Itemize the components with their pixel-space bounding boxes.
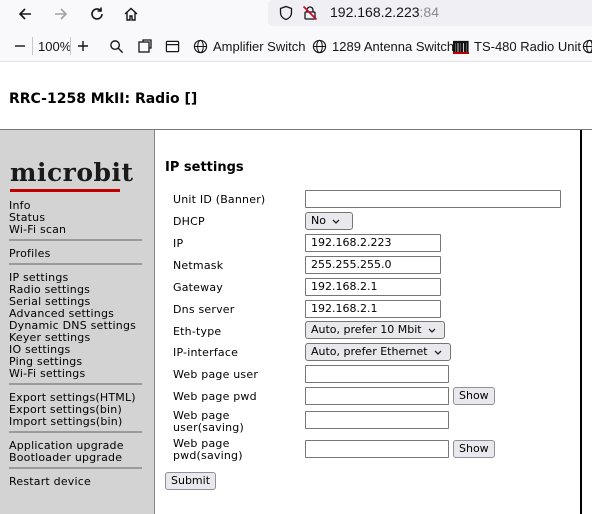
eth-type-select-value: Auto, prefer 10 Mbit xyxy=(311,323,422,336)
microbit-m-icon xyxy=(453,40,469,54)
label-gateway: Gateway xyxy=(173,281,223,294)
bookmark-label: 1289 Antenna Switch xyxy=(332,38,455,54)
show-pwd-button[interactable]: Show xyxy=(453,387,495,405)
page-header: RRC-1258 MkII: Radio [] xyxy=(0,62,592,130)
reload-button[interactable] xyxy=(85,3,109,25)
dhcp-select[interactable]: No xyxy=(305,212,353,230)
zoom-level-text: 100% xyxy=(38,38,72,54)
menu-divider xyxy=(9,239,142,241)
web-page-pwd-saving-input[interactable] xyxy=(305,440,449,458)
insecure-lock-icon xyxy=(302,5,318,25)
url-text: 192.168.2.223:84 xyxy=(330,4,439,20)
home-button[interactable] xyxy=(119,3,143,25)
bookmark-overflow[interactable] xyxy=(582,30,592,62)
chevron-down-icon xyxy=(434,350,442,355)
menu-divider xyxy=(9,383,142,385)
bookmark-amplifier-switch[interactable]: Amplifier Switch xyxy=(193,30,305,62)
forward-button[interactable] xyxy=(49,3,73,25)
label-unit-id: Unit ID (Banner) xyxy=(173,193,266,206)
content-right-border xyxy=(580,130,582,514)
eth-type-select[interactable]: Auto, prefer 10 Mbit xyxy=(305,321,445,339)
menu-divider xyxy=(9,467,142,469)
search-button[interactable] xyxy=(109,30,124,62)
zoom-in-button[interactable] xyxy=(70,37,89,55)
search-icon xyxy=(110,39,124,53)
zoom-level[interactable]: 100% xyxy=(32,37,71,55)
sidebar: microbit Info Status Wi-Fi scan Profiles… xyxy=(0,130,155,514)
netmask-input[interactable]: 255.255.255.0 xyxy=(305,256,441,274)
label-web-page-pwd-saving-line2: pwd(saving) xyxy=(173,449,243,462)
url-host: 192.168.2.223 xyxy=(330,4,420,20)
menu-restart-device[interactable]: Restart device xyxy=(9,476,91,488)
dns-server-input[interactable]: 192.168.2.1 xyxy=(305,300,441,318)
label-ip: IP xyxy=(173,237,184,250)
back-button[interactable] xyxy=(13,3,37,25)
web-page-pwd-input[interactable] xyxy=(305,387,449,405)
label-dhcp: DHCP xyxy=(173,215,205,228)
label-dns-server: Dns server xyxy=(173,303,235,316)
web-page-user-saving-input[interactable] xyxy=(305,411,449,429)
shield-icon xyxy=(278,5,294,25)
ip-interface-select-value: Auto, prefer Ethernet xyxy=(311,345,428,358)
submit-button[interactable]: Submit xyxy=(165,472,217,490)
bookmark-label: TS-480 Radio Unit xyxy=(474,38,581,54)
menu-profiles[interactable]: Profiles xyxy=(9,248,51,260)
ip-settings-form: IP settings Unit ID (Banner) DHCP No IP … xyxy=(156,130,580,514)
home-icon xyxy=(124,7,138,21)
web-page-user-input[interactable] xyxy=(305,365,449,383)
label-web-page-user: Web page user xyxy=(173,368,259,381)
url-port: :84 xyxy=(419,4,439,20)
window-icon xyxy=(165,40,180,52)
chevron-down-icon xyxy=(428,328,436,333)
unit-id-input[interactable] xyxy=(305,190,561,208)
label-ip-interface: IP-interface xyxy=(173,346,239,359)
reader-view-button[interactable] xyxy=(165,30,180,62)
menu-wifi-settings[interactable]: Wi-Fi settings xyxy=(9,368,85,380)
menu-wifi-scan[interactable]: Wi-Fi scan xyxy=(9,224,66,236)
screenshot-icon xyxy=(138,39,152,53)
label-eth-type: Eth-type xyxy=(173,325,222,338)
menu-divider xyxy=(9,431,142,433)
microbit-logo: microbit xyxy=(10,158,134,187)
reload-icon xyxy=(91,7,103,20)
minus-icon xyxy=(15,45,25,47)
show-pwd-saving-button[interactable]: Show xyxy=(453,440,495,458)
gateway-input[interactable]: 192.168.2.1 xyxy=(305,278,441,296)
label-netmask: Netmask xyxy=(173,259,224,272)
menu-import-settings-bin[interactable]: Import settings(bin) xyxy=(9,416,122,428)
page-title: RRC-1258 MkII: Radio [] xyxy=(9,91,198,107)
back-arrow-icon xyxy=(18,8,31,20)
screenshot-button[interactable] xyxy=(137,30,153,62)
label-web-page-pwd: Web page pwd xyxy=(173,390,257,403)
browser-tab-bar: 192.168.2.223:84 xyxy=(0,0,592,30)
ip-input[interactable]: 192.168.2.223 xyxy=(305,234,441,252)
plus-icon xyxy=(78,41,88,51)
chevron-down-icon xyxy=(332,219,340,224)
menu-bootloader-upgrade[interactable]: Bootloader upgrade xyxy=(9,452,122,464)
browser-toolbar: 100% Amplifier Switch 1289 Antenna Switc… xyxy=(0,30,592,62)
bookmark-1289-antenna-switch[interactable]: 1289 Antenna Switch xyxy=(312,30,454,62)
section-title: IP settings xyxy=(165,160,244,175)
dhcp-select-value: No xyxy=(311,214,326,227)
bookmark-label: Amplifier Switch xyxy=(213,38,306,54)
globe-icon xyxy=(312,39,327,53)
address-bar[interactable]: 192.168.2.223:84 xyxy=(268,0,592,26)
ip-interface-select[interactable]: Auto, prefer Ethernet xyxy=(305,343,451,361)
menu-divider xyxy=(9,263,142,265)
globe-icon xyxy=(582,39,592,53)
zoom-out-button[interactable] xyxy=(14,30,26,62)
forward-arrow-icon xyxy=(55,8,68,20)
globe-icon xyxy=(193,39,208,53)
bookmark-ts-480-radio-unit[interactable]: TS-480 Radio Unit xyxy=(453,30,581,62)
label-web-page-user-saving-line2: user(saving) xyxy=(173,421,244,434)
logo-underline xyxy=(10,189,120,192)
